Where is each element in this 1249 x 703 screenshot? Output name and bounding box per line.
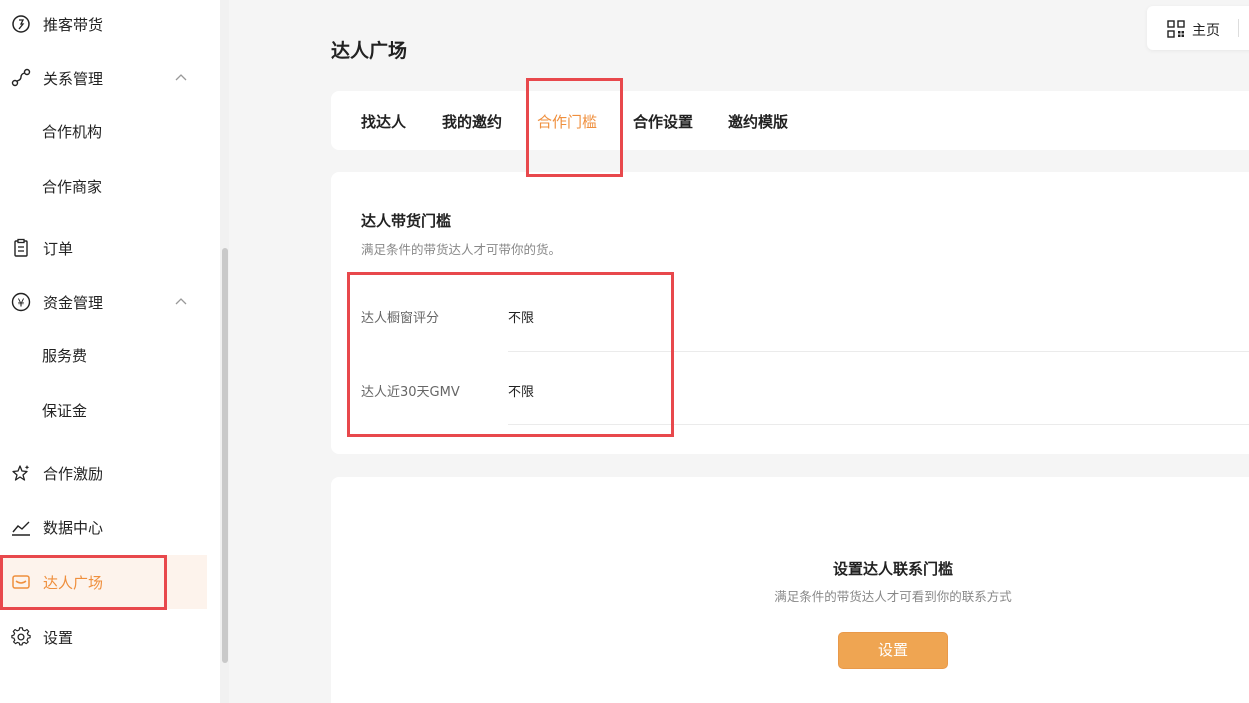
qr-code-icon xyxy=(1167,20,1185,38)
sidebar-item-label: 数据中心 xyxy=(43,518,104,537)
sidebar-scrollbar-thumb[interactable] xyxy=(222,248,228,663)
sidebar-item-relation[interactable]: 关系管理 xyxy=(0,51,207,105)
clipboard-icon xyxy=(11,238,31,258)
sidebar-item-incentive[interactable]: 合作激励 xyxy=(0,446,207,500)
sidebar-item-label: 推客带货 xyxy=(43,15,104,34)
contact-threshold-description: 满足条件的带货达人才可看到你的联系方式 xyxy=(774,589,1012,604)
sidebar-item-tuike[interactable]: 推客带货 xyxy=(0,0,207,51)
mail-icon xyxy=(11,572,31,592)
sidebar-item-deposit[interactable]: 保证金 xyxy=(0,383,207,437)
home-button[interactable]: 主页 xyxy=(1147,6,1249,50)
sidebar-item-label: 设置 xyxy=(43,628,74,647)
page-title: 达人广场 xyxy=(331,40,408,62)
divider xyxy=(1238,19,1239,37)
contact-threshold-title: 设置达人联系门槛 xyxy=(832,560,953,578)
threshold-label-gmv: 达人近30天GMV xyxy=(361,385,460,400)
sidebar-item-label: 合作商家 xyxy=(42,177,103,196)
chevron-up-icon[interactable] xyxy=(174,71,188,85)
trend-icon xyxy=(11,517,31,537)
sidebar-item-partner-org[interactable]: 合作机构 xyxy=(0,104,207,158)
threshold-label-window-score: 达人橱窗评分 xyxy=(361,311,440,326)
sidebar-item-partner-merchant[interactable]: 合作商家 xyxy=(0,159,207,213)
sidebar-item-funds[interactable]: ¥ 资金管理 xyxy=(0,275,207,329)
section-description: 满足条件的带货达人才可带你的货。 xyxy=(361,242,562,257)
chevron-up-icon[interactable] xyxy=(174,295,188,309)
sidebar-item-label: 资金管理 xyxy=(43,293,104,312)
sidebar-item-label: 服务费 xyxy=(42,346,88,365)
sidebar-item-service-fee[interactable]: 服务费 xyxy=(0,328,207,382)
relation-icon xyxy=(11,68,31,88)
divider xyxy=(508,424,1249,425)
home-label: 主页 xyxy=(1192,23,1220,39)
sidebar-item-label: 保证金 xyxy=(42,401,88,420)
gear-icon xyxy=(11,627,31,647)
bulb-icon xyxy=(11,14,31,34)
sidebar-item-label: 合作机构 xyxy=(42,122,103,141)
sidebar-item-orders[interactable]: 订单 xyxy=(0,221,207,275)
sidebar-item-label: 合作激励 xyxy=(43,464,104,483)
sidebar-item-data-center[interactable]: 数据中心 xyxy=(0,500,207,554)
sidebar-item-talent-square[interactable]: 达人广场 xyxy=(0,555,207,609)
tab-find-talent[interactable]: 找达人 xyxy=(361,111,406,132)
tab-cooperation-threshold[interactable]: 合作门槛 xyxy=(537,111,597,132)
threshold-value-window-score: 不限 xyxy=(508,311,535,326)
section-title: 达人带货门槛 xyxy=(361,212,452,230)
yen-icon: ¥ xyxy=(11,292,31,312)
sidebar-item-label: 达人广场 xyxy=(43,573,104,592)
svg-text:¥: ¥ xyxy=(18,297,25,310)
threshold-value-gmv: 不限 xyxy=(508,385,535,400)
tab-invitation-template[interactable]: 邀约模版 xyxy=(728,111,788,132)
tab-bar: 找达人 我的邀约 合作门槛 合作设置 邀约模版 xyxy=(331,91,1249,150)
tab-cooperation-settings[interactable]: 合作设置 xyxy=(633,111,693,132)
sidebar-item-label: 订单 xyxy=(43,239,74,258)
divider xyxy=(508,351,1249,352)
tab-my-invitations[interactable]: 我的邀约 xyxy=(442,111,502,132)
sidebar-item-label: 关系管理 xyxy=(43,69,104,88)
sidebar-item-settings[interactable]: 设置 xyxy=(0,610,207,664)
set-button[interactable]: 设置 xyxy=(838,632,948,669)
star-sparkle-icon xyxy=(11,463,31,483)
threshold-card: 达人带货门槛 满足条件的带货达人才可带你的货。 达人橱窗评分 不限 达人近30天… xyxy=(331,172,1249,454)
sidebar: 推客带货 关系管理 合作机构 合作商家 订单 ¥ 资金管理 服务费 保证金 合作… xyxy=(0,0,220,703)
contact-threshold-card: 设置达人联系门槛 满足条件的带货达人才可看到你的联系方式 设置 xyxy=(331,477,1249,703)
